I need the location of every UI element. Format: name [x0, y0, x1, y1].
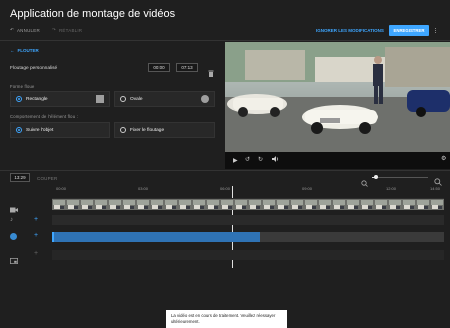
delete-icon[interactable] [208, 64, 214, 77]
back-to-blur-button[interactable]: ← FLOUTER [10, 48, 39, 53]
current-time-display[interactable]: 13:29 [10, 173, 30, 182]
add-blur-icon[interactable]: + [34, 232, 38, 239]
play-icon[interactable]: ▶ [233, 157, 238, 164]
blur-segment[interactable] [52, 232, 260, 242]
ruler-tick: 09:00 [302, 186, 313, 191]
oval-shape-icon [201, 95, 209, 103]
settings-icon[interactable]: ⚙ [441, 155, 446, 162]
video-preview[interactable]: ▶ ↺ ↻ [225, 42, 450, 169]
shape-option-oval[interactable]: Ovale [114, 91, 215, 107]
radio-selected-icon [16, 96, 22, 102]
volume-icon[interactable] [272, 156, 279, 164]
music-track-icon: ♪ [10, 217, 13, 223]
end-screen-track-icon [10, 251, 18, 269]
video-track-icon [10, 200, 18, 218]
filmstrip [52, 199, 444, 210]
behavior-option-follow[interactable]: Suivre l'objet [10, 122, 110, 138]
shape-section-label: Forme floue [10, 84, 35, 89]
redo-button[interactable]: ↷ RÉTABLIR [52, 27, 82, 33]
redo-icon: ↷ [52, 27, 56, 32]
custom-blur-label: Floutage personnalisé [10, 66, 58, 71]
audio-track[interactable] [52, 215, 444, 225]
video-track[interactable] [52, 198, 444, 210]
add-audio-icon[interactable]: + [34, 216, 38, 223]
behavior-option-fixed[interactable]: Fixer le floutage [114, 122, 215, 138]
ruler-tick: 03:00 [138, 186, 149, 191]
rectangle-shape-icon [96, 95, 104, 103]
add-end-screen-icon[interactable]: + [34, 250, 38, 257]
zoom-slider-handle[interactable] [374, 175, 378, 179]
more-options-icon[interactable] [433, 25, 438, 36]
ruler-tick: 14:50 [430, 186, 441, 191]
undo-icon: ↶ [10, 27, 14, 32]
start-time-field[interactable]: 00:00 [148, 63, 170, 72]
radio-selected-icon [16, 127, 22, 133]
timeline-ruler[interactable]: 00:00 03:00 06:00 09:00 12:00 14:50 [52, 186, 444, 196]
page-title: Application de montage de vidéos [10, 8, 176, 20]
arrow-left-icon: ← [10, 48, 15, 53]
ruler-tick: 12:00 [386, 186, 397, 191]
save-button[interactable]: ENREGISTRER [389, 25, 429, 36]
video-frame [225, 42, 450, 152]
blur-track-icon [10, 233, 17, 240]
undo-button[interactable]: ↶ ANNULER [10, 27, 40, 33]
shape-option-rectangle[interactable]: Rectangle [10, 91, 110, 107]
radio-unselected-icon [120, 96, 126, 102]
zoom-slider[interactable] [372, 175, 428, 179]
blur-track[interactable] [52, 232, 444, 242]
timeline-divider [0, 170, 450, 171]
discard-changes-button[interactable]: IGNORER LES MODIFICATIONS [316, 28, 384, 33]
radio-unselected-icon [120, 127, 126, 133]
cut-button[interactable]: COUPER [37, 176, 57, 181]
end-time-field[interactable]: 07:13 [176, 63, 198, 72]
processing-toast: La vidéo est en cours de traitement. Veu… [166, 310, 287, 328]
forward-icon[interactable]: ↻ [258, 156, 263, 163]
behavior-section-label: Comportement de l'élément flou : [10, 114, 78, 119]
ruler-tick: 00:00 [56, 186, 67, 191]
end-screen-track[interactable] [52, 250, 444, 260]
header-divider [0, 40, 450, 41]
ruler-tick: 06:00 [220, 186, 231, 191]
rewind-icon[interactable]: ↺ [245, 156, 250, 163]
